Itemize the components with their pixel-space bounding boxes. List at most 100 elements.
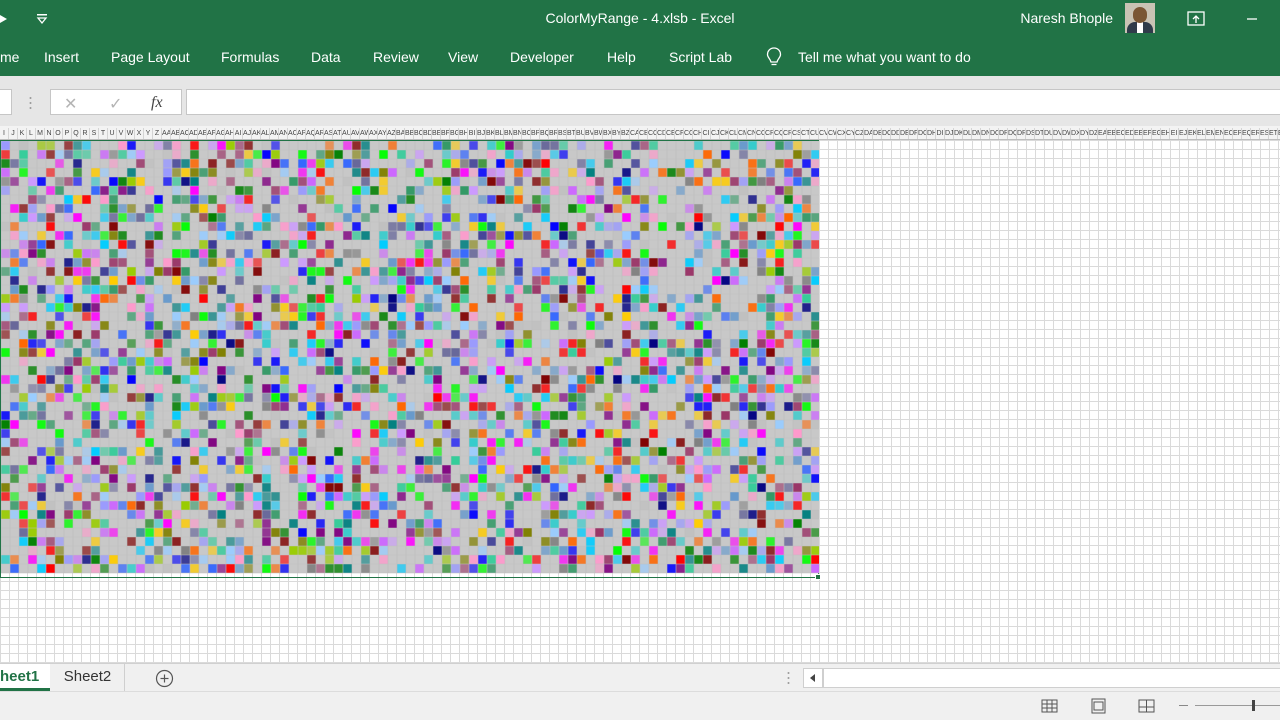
tab-sheet2[interactable]: Sheet2 [51, 664, 125, 691]
column-header[interactable]: EB [1107, 128, 1116, 139]
column-header[interactable]: EJ [1179, 128, 1188, 139]
column-header[interactable]: X [135, 128, 144, 139]
column-header[interactable]: DZ [1089, 128, 1098, 139]
column-header[interactable]: DA [864, 128, 873, 139]
column-header[interactable]: DW [1062, 128, 1071, 139]
column-header[interactable]: AD [189, 128, 198, 139]
column-header[interactable]: BV [585, 128, 594, 139]
column-header[interactable]: BF [441, 128, 450, 139]
column-header[interactable]: AX [369, 128, 378, 139]
column-header[interactable]: T [99, 128, 108, 139]
column-header[interactable]: DT [1035, 128, 1044, 139]
column-header[interactable]: CO [756, 128, 765, 139]
tell-me-search[interactable]: Tell me what you want to do [798, 49, 971, 65]
column-header[interactable]: BX [603, 128, 612, 139]
column-header[interactable]: CS [792, 128, 801, 139]
column-header[interactable]: EL [1197, 128, 1206, 139]
column-header[interactable]: AF [207, 128, 216, 139]
avatar[interactable] [1125, 3, 1155, 33]
column-header[interactable]: BY [612, 128, 621, 139]
column-header[interactable]: BR [549, 128, 558, 139]
tab-sheet1[interactable]: heet1 [0, 664, 50, 691]
column-header[interactable]: V [117, 128, 126, 139]
column-header[interactable]: CZ [855, 128, 864, 139]
column-header[interactable]: BN [513, 128, 522, 139]
column-header[interactable]: DU [1044, 128, 1053, 139]
tab-home[interactable]: me [0, 49, 19, 65]
column-header[interactable]: DB [873, 128, 882, 139]
tab-data[interactable]: Data [311, 49, 341, 65]
column-header[interactable]: AU [342, 128, 351, 139]
column-header[interactable]: EN [1215, 128, 1224, 139]
column-header[interactable]: CU [810, 128, 819, 139]
column-header[interactable]: ET [1269, 128, 1278, 139]
column-header[interactable]: CE [666, 128, 675, 139]
column-header[interactable]: DQ [1008, 128, 1017, 139]
column-header[interactable]: EP [1233, 128, 1242, 139]
column-header[interactable]: P [63, 128, 72, 139]
column-header[interactable]: BC [414, 128, 423, 139]
column-header[interactable]: CJ [711, 128, 720, 139]
tab-developer[interactable]: Developer [510, 49, 574, 65]
column-header[interactable]: AJ [243, 128, 252, 139]
column-header[interactable]: AQ [306, 128, 315, 139]
column-header[interactable]: R [81, 128, 90, 139]
column-header[interactable]: AC [180, 128, 189, 139]
column-header[interactable]: EG [1152, 128, 1161, 139]
column-header[interactable]: BW [594, 128, 603, 139]
tab-formulas[interactable]: Formulas [221, 49, 279, 65]
tab-review[interactable]: Review [373, 49, 419, 65]
insert-function-icon[interactable]: fx [151, 94, 163, 112]
column-header[interactable]: EA [1098, 128, 1107, 139]
column-header[interactable]: DJ [945, 128, 954, 139]
column-header[interactable]: DH [927, 128, 936, 139]
tab-page-layout[interactable]: Page Layout [111, 49, 190, 65]
column-header[interactable]: DN [981, 128, 990, 139]
column-header[interactable]: DY [1080, 128, 1089, 139]
column-header[interactable]: CL [729, 128, 738, 139]
column-header[interactable]: BO [522, 128, 531, 139]
column-header[interactable]: O [54, 128, 63, 139]
cancel-icon[interactable]: ✕ [64, 94, 77, 114]
column-header[interactable]: BL [495, 128, 504, 139]
column-header[interactable]: BP [531, 128, 540, 139]
column-header[interactable]: M [36, 128, 45, 139]
column-header[interactable]: DK [954, 128, 963, 139]
column-header[interactable]: BQ [540, 128, 549, 139]
column-header[interactable]: AS [324, 128, 333, 139]
column-header[interactable]: L [27, 128, 36, 139]
zoom-out-button[interactable] [1179, 705, 1188, 706]
column-header[interactable]: BS [558, 128, 567, 139]
column-header[interactable]: CF [675, 128, 684, 139]
tab-help[interactable]: Help [607, 49, 636, 65]
column-header[interactable]: BD [423, 128, 432, 139]
column-header[interactable]: CC [648, 128, 657, 139]
column-header[interactable]: CG [684, 128, 693, 139]
column-header[interactable]: BJ [477, 128, 486, 139]
column-header[interactable]: EM [1206, 128, 1215, 139]
column-header[interactable]: DX [1071, 128, 1080, 139]
column-header[interactable]: BH [459, 128, 468, 139]
column-header[interactable]: DM [972, 128, 981, 139]
column-header[interactable]: AH [225, 128, 234, 139]
column-header[interactable]: DL [963, 128, 972, 139]
tab-script-lab[interactable]: Script Lab [669, 49, 732, 65]
column-header[interactable]: CP [765, 128, 774, 139]
column-header[interactable]: AR [315, 128, 324, 139]
column-header[interactable]: AL [261, 128, 270, 139]
column-header[interactable]: ER [1251, 128, 1260, 139]
column-header[interactable]: DS [1026, 128, 1035, 139]
column-header[interactable]: AY [378, 128, 387, 139]
column-header[interactable]: CR [783, 128, 792, 139]
column-header[interactable]: Y [144, 128, 153, 139]
column-header[interactable]: DO [990, 128, 999, 139]
column-header[interactable]: ED [1125, 128, 1134, 139]
column-header[interactable]: Z [153, 128, 162, 139]
page-break-preview-icon[interactable] [1138, 698, 1155, 714]
column-header[interactable]: AI [234, 128, 243, 139]
column-header[interactable]: DR [1017, 128, 1026, 139]
column-header[interactable]: S [90, 128, 99, 139]
tab-splitter-icon[interactable] [787, 671, 790, 685]
column-header[interactable]: CK [720, 128, 729, 139]
fill-handle[interactable] [815, 574, 821, 580]
